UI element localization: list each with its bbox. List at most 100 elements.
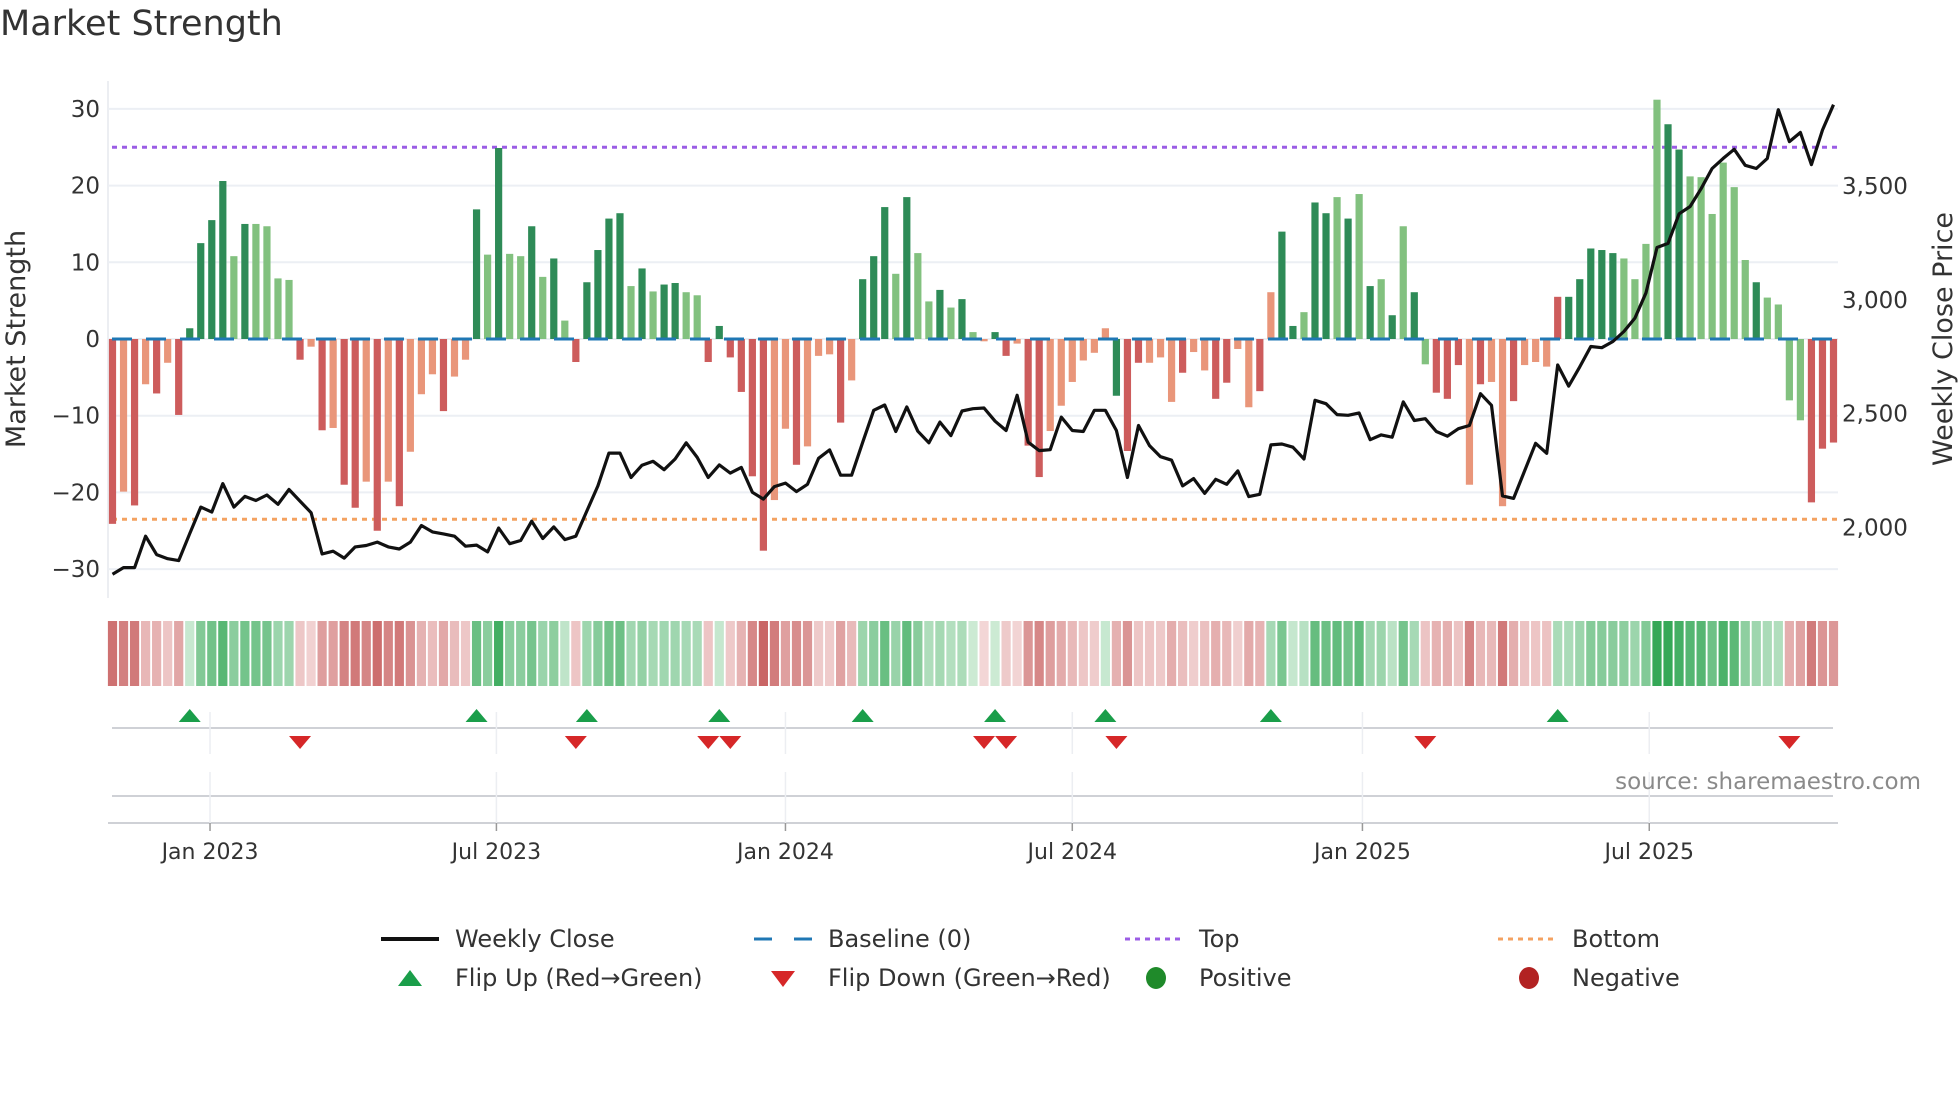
flip-up-marker bbox=[708, 709, 731, 722]
negative-bar bbox=[1796, 339, 1805, 421]
heat-cell bbox=[571, 621, 581, 686]
heat-cell bbox=[604, 621, 614, 686]
positive-bar bbox=[539, 276, 547, 339]
heat-cell bbox=[273, 621, 283, 686]
positive-bar bbox=[186, 328, 194, 339]
positive-bar bbox=[1344, 218, 1352, 339]
negative-bar bbox=[1057, 339, 1065, 406]
positive-bar bbox=[1289, 325, 1297, 339]
flip-down-marker bbox=[564, 736, 587, 749]
heat-cell bbox=[802, 621, 813, 686]
heat-cell bbox=[1674, 621, 1684, 686]
heat-cell bbox=[1641, 621, 1651, 686]
negative-bar bbox=[837, 339, 845, 423]
negative-bar bbox=[1532, 339, 1540, 363]
heat-cell bbox=[659, 621, 669, 686]
negative-bar bbox=[1509, 339, 1518, 402]
heat-cell bbox=[1122, 621, 1133, 686]
positive-bar bbox=[472, 209, 481, 339]
y2-axis-title: Weekly Close Price bbox=[1928, 212, 1959, 466]
heat-cell bbox=[1023, 621, 1033, 686]
heat-cell bbox=[1354, 621, 1364, 686]
heat-cell bbox=[1431, 621, 1441, 686]
positive-bar bbox=[1278, 231, 1286, 339]
negative-bar bbox=[737, 339, 745, 392]
heat-cell bbox=[152, 621, 162, 686]
heat-cell bbox=[1508, 621, 1519, 686]
positive-bar bbox=[1300, 312, 1308, 339]
heat-cell bbox=[1310, 621, 1320, 686]
heat-cell bbox=[1189, 621, 1199, 686]
flip-down-marker bbox=[719, 736, 742, 749]
negative-bar bbox=[848, 339, 856, 381]
negative-bar bbox=[461, 339, 470, 360]
positive-bar bbox=[1565, 296, 1573, 339]
heat-cell bbox=[1012, 621, 1022, 686]
heat-cell bbox=[1520, 621, 1530, 686]
heat-cell bbox=[725, 621, 735, 686]
heat-cell bbox=[979, 621, 989, 686]
heat-cell bbox=[714, 621, 724, 686]
y2-tick-label: 3,500 bbox=[1842, 174, 1908, 200]
heat-cell bbox=[1288, 621, 1298, 686]
heat-cell bbox=[946, 621, 956, 686]
heat-cell bbox=[670, 621, 680, 686]
positive-bar bbox=[914, 253, 922, 339]
positive-bar bbox=[1366, 286, 1374, 339]
positive-bar bbox=[1388, 315, 1396, 339]
heat-cell bbox=[1531, 621, 1541, 686]
heat-cell bbox=[394, 621, 404, 686]
heat-cell bbox=[1420, 621, 1430, 686]
heat-cell bbox=[615, 621, 625, 686]
heat-cell bbox=[1409, 621, 1419, 686]
heat-cell bbox=[1795, 621, 1806, 686]
negative-bar bbox=[803, 339, 812, 447]
negative-bar bbox=[572, 339, 580, 363]
positive-bar bbox=[1653, 99, 1661, 339]
heat-cell bbox=[1255, 621, 1265, 686]
negative-bar bbox=[1785, 339, 1793, 401]
negative-bar bbox=[1421, 339, 1429, 365]
heat-cell bbox=[813, 621, 824, 686]
heat-cell bbox=[1608, 621, 1618, 686]
negative-bar bbox=[1256, 339, 1264, 392]
negative-bar bbox=[759, 339, 767, 551]
heat-cell bbox=[1299, 621, 1309, 686]
negative-bar bbox=[748, 339, 756, 477]
negative-bar bbox=[1090, 339, 1098, 353]
negative-bar bbox=[1145, 339, 1154, 363]
heat-cell bbox=[1652, 621, 1662, 686]
heat-cell bbox=[460, 621, 471, 686]
heat-cell bbox=[1707, 621, 1717, 686]
negative-bar bbox=[351, 339, 359, 508]
heat-cell bbox=[1740, 621, 1750, 686]
heat-cell bbox=[1542, 621, 1552, 686]
negative-bar bbox=[395, 339, 403, 507]
x-tick-label: Jul 2025 bbox=[1602, 840, 1694, 865]
negative-bar bbox=[307, 339, 315, 347]
heat-cell bbox=[196, 621, 206, 686]
negative-bar bbox=[1190, 339, 1198, 353]
y-tick-label: −10 bbox=[51, 404, 100, 430]
heat-cell bbox=[1155, 621, 1166, 686]
heat-cell bbox=[1233, 621, 1243, 686]
positive-bar bbox=[561, 320, 569, 339]
heat-cell bbox=[1718, 621, 1728, 686]
negative-bar bbox=[1443, 339, 1451, 399]
heat-cell bbox=[891, 621, 901, 686]
heat-cell bbox=[438, 621, 449, 686]
negative-bar bbox=[1521, 339, 1529, 366]
heat-cell bbox=[924, 621, 934, 686]
heat-cell bbox=[516, 621, 526, 686]
positive-bar bbox=[870, 256, 878, 339]
positive-bar bbox=[1355, 194, 1363, 339]
positive-bar bbox=[616, 213, 624, 339]
negative-bar bbox=[1465, 339, 1474, 485]
positive-bar bbox=[495, 148, 503, 339]
heat-cell bbox=[1630, 621, 1640, 686]
negative-bar bbox=[318, 339, 326, 431]
heat-cell bbox=[1442, 621, 1452, 686]
heat-cell bbox=[637, 621, 647, 686]
positive-bar bbox=[627, 286, 635, 339]
heat-cell bbox=[880, 621, 890, 686]
